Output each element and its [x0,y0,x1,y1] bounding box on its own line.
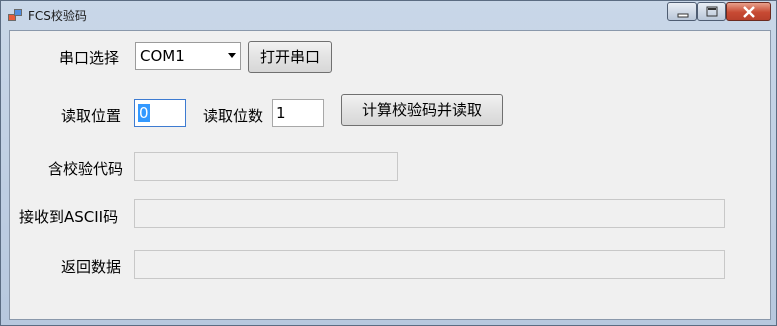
port-select-dropdown[interactable]: COM1 [135,42,241,70]
port-select-value: COM1 [140,47,185,65]
read-count-label: 读取位数 [203,107,264,125]
maximize-icon [706,6,718,17]
minimize-button[interactable] [667,2,697,21]
chevron-down-icon [228,53,236,58]
maximize-button[interactable] [697,2,726,21]
close-button[interactable] [726,2,771,21]
form-client-area: 串口选择 COM1 打开串口 读取位置 0 读取位数 1 计算校验码并读取 含校… [9,30,771,320]
port-select-label: 串口选择 [59,49,120,67]
fcs-code-field[interactable] [134,152,398,181]
read-position-input[interactable]: 0 [134,99,186,127]
read-count-input[interactable]: 1 [272,99,324,127]
close-icon [743,6,755,18]
ascii-received-label: 接收到ASCII码 [19,208,119,226]
ascii-received-field[interactable] [134,199,725,228]
read-count-value: 1 [276,104,286,122]
compute-and-read-button[interactable]: 计算校验码并读取 [341,94,503,126]
return-data-label: 返回数据 [61,258,122,276]
return-data-field[interactable] [134,250,725,279]
read-position-value: 0 [138,104,150,122]
minimize-icon [677,13,689,18]
app-window: FCS校验码 串口选择 COM1 打开串口 读取位置 0 读取位数 1 计算校验… [0,0,777,326]
open-port-button[interactable]: 打开串口 [248,41,332,73]
app-window-icon [8,9,22,21]
window-title: FCS校验码 [28,9,87,23]
fcs-code-label: 含校验代码 [48,160,124,178]
title-bar[interactable]: FCS校验码 [1,1,776,29]
read-position-label: 读取位置 [61,107,122,125]
